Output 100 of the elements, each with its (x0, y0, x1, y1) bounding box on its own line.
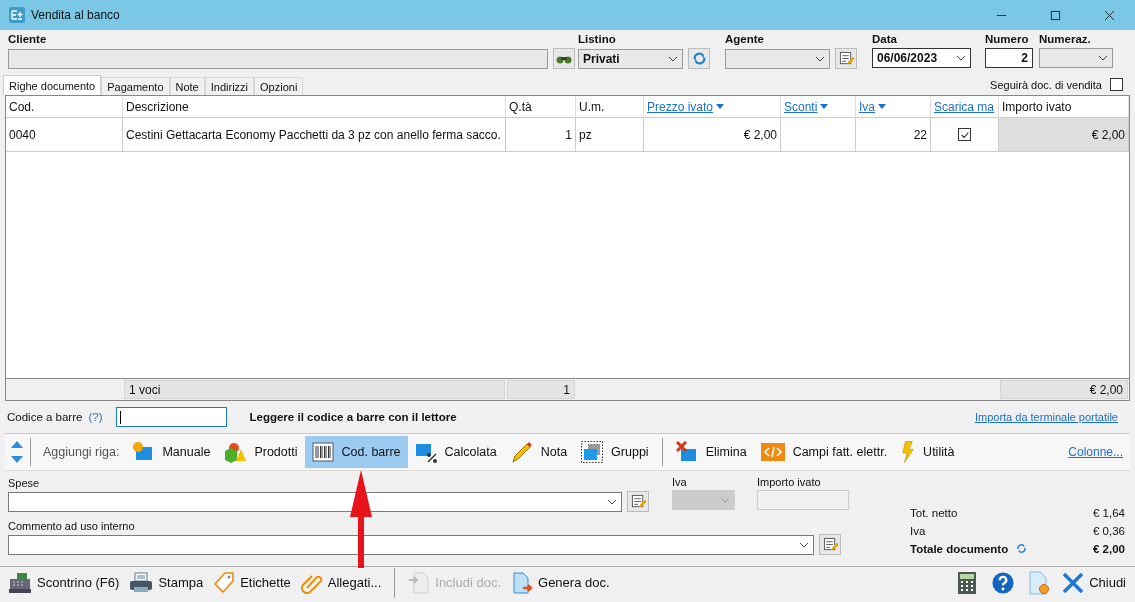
barcode-icon (311, 441, 334, 463)
search-button[interactable] (553, 48, 575, 69)
toolbar-button[interactable]: Prodotti (217, 436, 305, 468)
document-arrow-icon (408, 571, 431, 594)
table-cell: Cestini Gettacarta Economy Pacchetti da 3 pz con anello ferma sacco. (123, 118, 506, 152)
price-list-dropdown[interactable]: Privati (578, 48, 683, 69)
close-icon[interactable] (1104, 9, 1115, 21)
toolbar-button[interactable]: Campi fatt. elettr. (753, 436, 895, 468)
move-arrows-icon[interactable] (10, 439, 24, 465)
notepad-pencil-icon (838, 51, 854, 66)
pencil-icon (510, 441, 533, 463)
edit-button[interactable] (819, 534, 841, 555)
square-percent-icon (414, 441, 437, 463)
help-link[interactable]: (?) (88, 411, 103, 423)
total-value: € 2,00 (1093, 542, 1125, 555)
checkbox[interactable] (958, 128, 971, 141)
sort-caret-icon (716, 104, 725, 109)
expenses-dropdown[interactable] (8, 491, 622, 512)
barcode-field[interactable] (115, 407, 227, 427)
toolbar-button[interactable]: Calcolata (407, 436, 504, 468)
total-label: Iva (910, 524, 926, 537)
sort-caret-icon (878, 104, 886, 109)
date-picker[interactable]: 06/06/2023 (872, 48, 971, 68)
refresh-button[interactable] (688, 48, 710, 69)
close-button[interactable]: Chiudi (1057, 568, 1131, 597)
tab[interactable]: Righe documento (3, 75, 102, 95)
total-value: € 0,36 (1093, 524, 1125, 537)
help-icon[interactable] (992, 570, 1015, 595)
comment-dropdown[interactable] (8, 534, 814, 555)
refresh-icon[interactable] (1016, 543, 1028, 554)
field-label: Codice a barre (7, 411, 83, 423)
column-header: Cod. (9, 99, 35, 114)
table-cell: 0040 (6, 118, 123, 152)
field-label: Agente (725, 33, 765, 47)
field-label: Importo ivato (757, 476, 821, 488)
checkbox[interactable] (1110, 78, 1123, 91)
tag-icon (213, 571, 236, 594)
field-label: Data (872, 33, 898, 47)
table-cell: € 2,00 (644, 118, 781, 152)
square-dot-icon (132, 441, 155, 463)
chevron-down-icon (799, 541, 809, 548)
table-cell: € 2,00 (999, 118, 1129, 152)
tab[interactable]: Note (169, 77, 205, 95)
toolbar-button[interactable]: Utilità (894, 436, 962, 468)
shapes-icon (224, 441, 247, 463)
client-field[interactable] (8, 48, 548, 69)
field-label: Spese (8, 477, 40, 489)
field-label: Numero (985, 33, 1030, 47)
tab[interactable]: Pagamento (101, 77, 170, 95)
stacked-squares-icon (581, 441, 604, 463)
tab[interactable]: Opzioni (254, 77, 304, 95)
total-value: € 1,64 (1093, 506, 1125, 519)
delete-icon (675, 441, 698, 463)
bottom-button[interactable]: Allegati... (295, 568, 387, 597)
field-label: Iva (672, 476, 687, 488)
field-label: Cliente (8, 33, 48, 47)
column-header-link[interactable]: Sconti (784, 99, 818, 114)
toolbar-button[interactable]: Manuale (125, 436, 218, 468)
table-cell: 1 (506, 118, 576, 152)
printer-icon (129, 571, 154, 594)
toolbar-button[interactable]: Nota (503, 436, 575, 468)
toolbar-button[interactable]: Cod. barre (304, 436, 408, 468)
notepad-pencil-icon (630, 494, 646, 509)
bottom-button[interactable]: Stampa (124, 568, 209, 597)
column-header-link[interactable]: Scarica ma (934, 99, 995, 114)
toolbar-button[interactable]: Elimina (668, 436, 754, 468)
footer-cell: € 2,00 (1000, 380, 1128, 399)
field-label: Numeraz. (1039, 33, 1092, 47)
bottom-button[interactable]: Etichette (208, 568, 296, 597)
chevron-down-icon (668, 55, 678, 62)
close-icon (1062, 571, 1085, 594)
columns-link[interactable]: Colonne... (1068, 445, 1123, 459)
code-icon (760, 443, 785, 461)
number-field[interactable]: 2 (985, 48, 1033, 68)
toolbar-button[interactable]: Gruppi (574, 436, 656, 468)
total-label: Tot. netto (910, 506, 958, 519)
tab[interactable]: Indirizzi (204, 77, 255, 95)
column-header-link[interactable]: Prezzo ivato (647, 99, 714, 114)
window-title: Vendita al banco (31, 8, 120, 22)
maximize-icon[interactable] (1050, 9, 1061, 21)
edit-button[interactable] (627, 491, 649, 512)
total-label: Totale documento (910, 542, 1009, 555)
column-header-link[interactable]: Iva (859, 99, 875, 114)
chevron-down-icon (956, 55, 966, 61)
bottom-button[interactable]: Genera doc. (506, 568, 615, 597)
calculator-icon[interactable] (956, 570, 979, 595)
cash-register-icon (8, 571, 32, 594)
refresh-icon (691, 51, 707, 66)
edit-button[interactable] (835, 48, 857, 69)
document-star-icon[interactable] (1028, 570, 1051, 595)
footer-cell: 1 voci (124, 380, 505, 399)
app-icon (9, 7, 25, 23)
field-label: Listino (578, 33, 617, 47)
bottom-button[interactable]: Scontrino (F6) (3, 568, 125, 597)
column-header: Importo ivato (1002, 99, 1072, 114)
toolbar-label: Aggiungi riga: (43, 445, 120, 459)
import-link[interactable]: Importa da terminale portatile (974, 411, 1118, 423)
checkbox-label: Seguirà doc. di vendita (990, 79, 1102, 91)
chevron-down-icon (720, 497, 730, 503)
table-cell: pz (576, 118, 644, 152)
